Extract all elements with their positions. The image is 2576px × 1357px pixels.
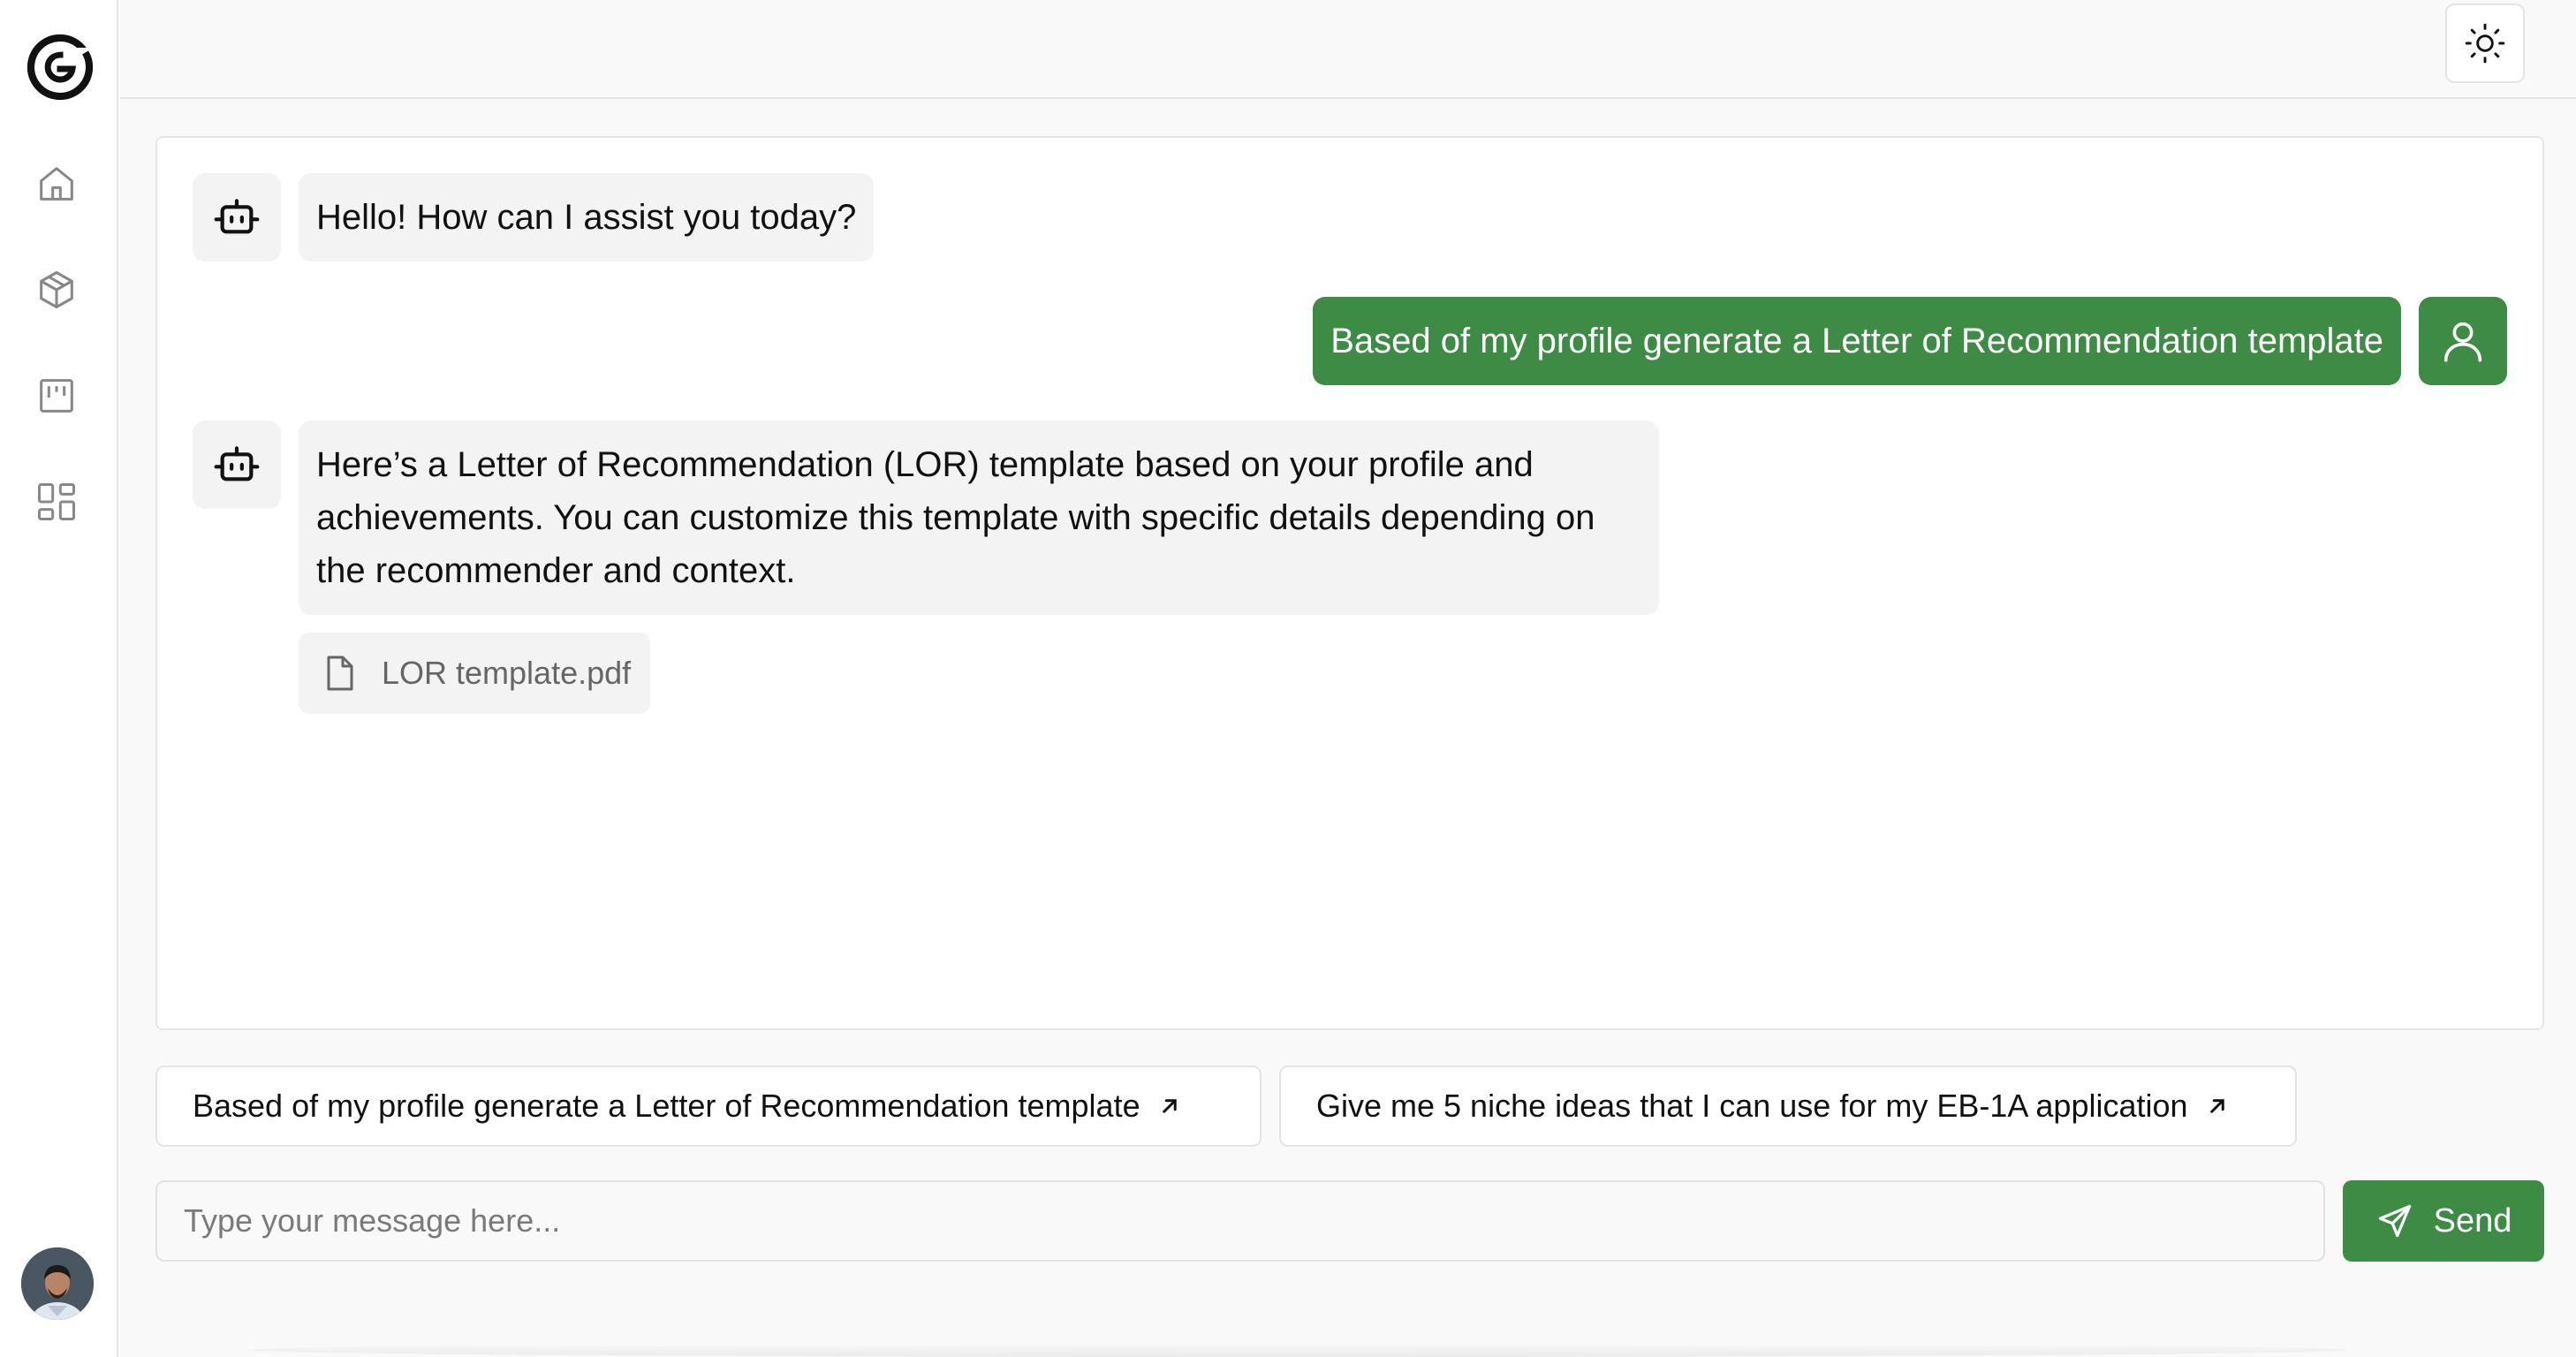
attachment-name: LOR template.pdf xyxy=(382,655,632,691)
user-message: Based of my profile generate a Letter of… xyxy=(1313,297,2401,385)
sun-icon xyxy=(2465,23,2505,64)
user-avatar xyxy=(2419,297,2507,385)
suggestion-chip[interactable]: Give me 5 niche ideas that I can use for… xyxy=(1279,1065,2297,1147)
nav-board[interactable] xyxy=(30,369,83,422)
box-icon xyxy=(40,270,73,309)
user-avatar-icon xyxy=(21,1247,94,1320)
suggestion-label: Give me 5 niche ideas that I can use for… xyxy=(1316,1088,2188,1124)
chat-panel: Hello! How can I assist you today? Based… xyxy=(155,136,2544,1030)
logo[interactable] xyxy=(25,32,95,102)
bot-message: Here’s a Letter of Recommendation (LOR) … xyxy=(299,421,1659,615)
avatar[interactable] xyxy=(21,1247,94,1320)
file-icon xyxy=(327,656,353,691)
nav-home[interactable] xyxy=(30,157,83,210)
send-icon xyxy=(2378,1204,2411,1238)
kanban-icon xyxy=(40,379,73,413)
user-icon xyxy=(2443,322,2482,362)
top-bar xyxy=(120,0,2576,99)
attachment-file[interactable]: LOR template.pdf xyxy=(299,633,650,714)
message-input[interactable] xyxy=(155,1180,2325,1262)
suggestion-chip[interactable]: Based of my profile generate a Letter of… xyxy=(155,1065,1261,1147)
bot-icon xyxy=(214,446,260,481)
arrow-up-right-icon xyxy=(1162,1099,1177,1113)
bot-icon xyxy=(214,199,260,234)
sidebar xyxy=(0,0,118,1357)
nav-dashboard[interactable] xyxy=(30,475,83,528)
bot-avatar xyxy=(193,421,281,509)
arrow-up-right-icon xyxy=(2209,1099,2224,1113)
bot-avatar xyxy=(193,173,281,262)
theme-toggle-button[interactable] xyxy=(2445,4,2525,83)
g-logo-icon xyxy=(27,34,93,100)
bottom-shadow xyxy=(247,1343,2350,1357)
bot-message: Hello! How can I assist you today? xyxy=(299,173,875,262)
send-label: Send xyxy=(2433,1202,2512,1239)
suggestion-label: Based of my profile generate a Letter of… xyxy=(193,1088,1140,1124)
home-icon xyxy=(40,167,73,201)
nav-products[interactable] xyxy=(30,263,83,316)
send-button[interactable]: Send xyxy=(2343,1180,2544,1262)
dashboard-icon xyxy=(37,482,76,521)
